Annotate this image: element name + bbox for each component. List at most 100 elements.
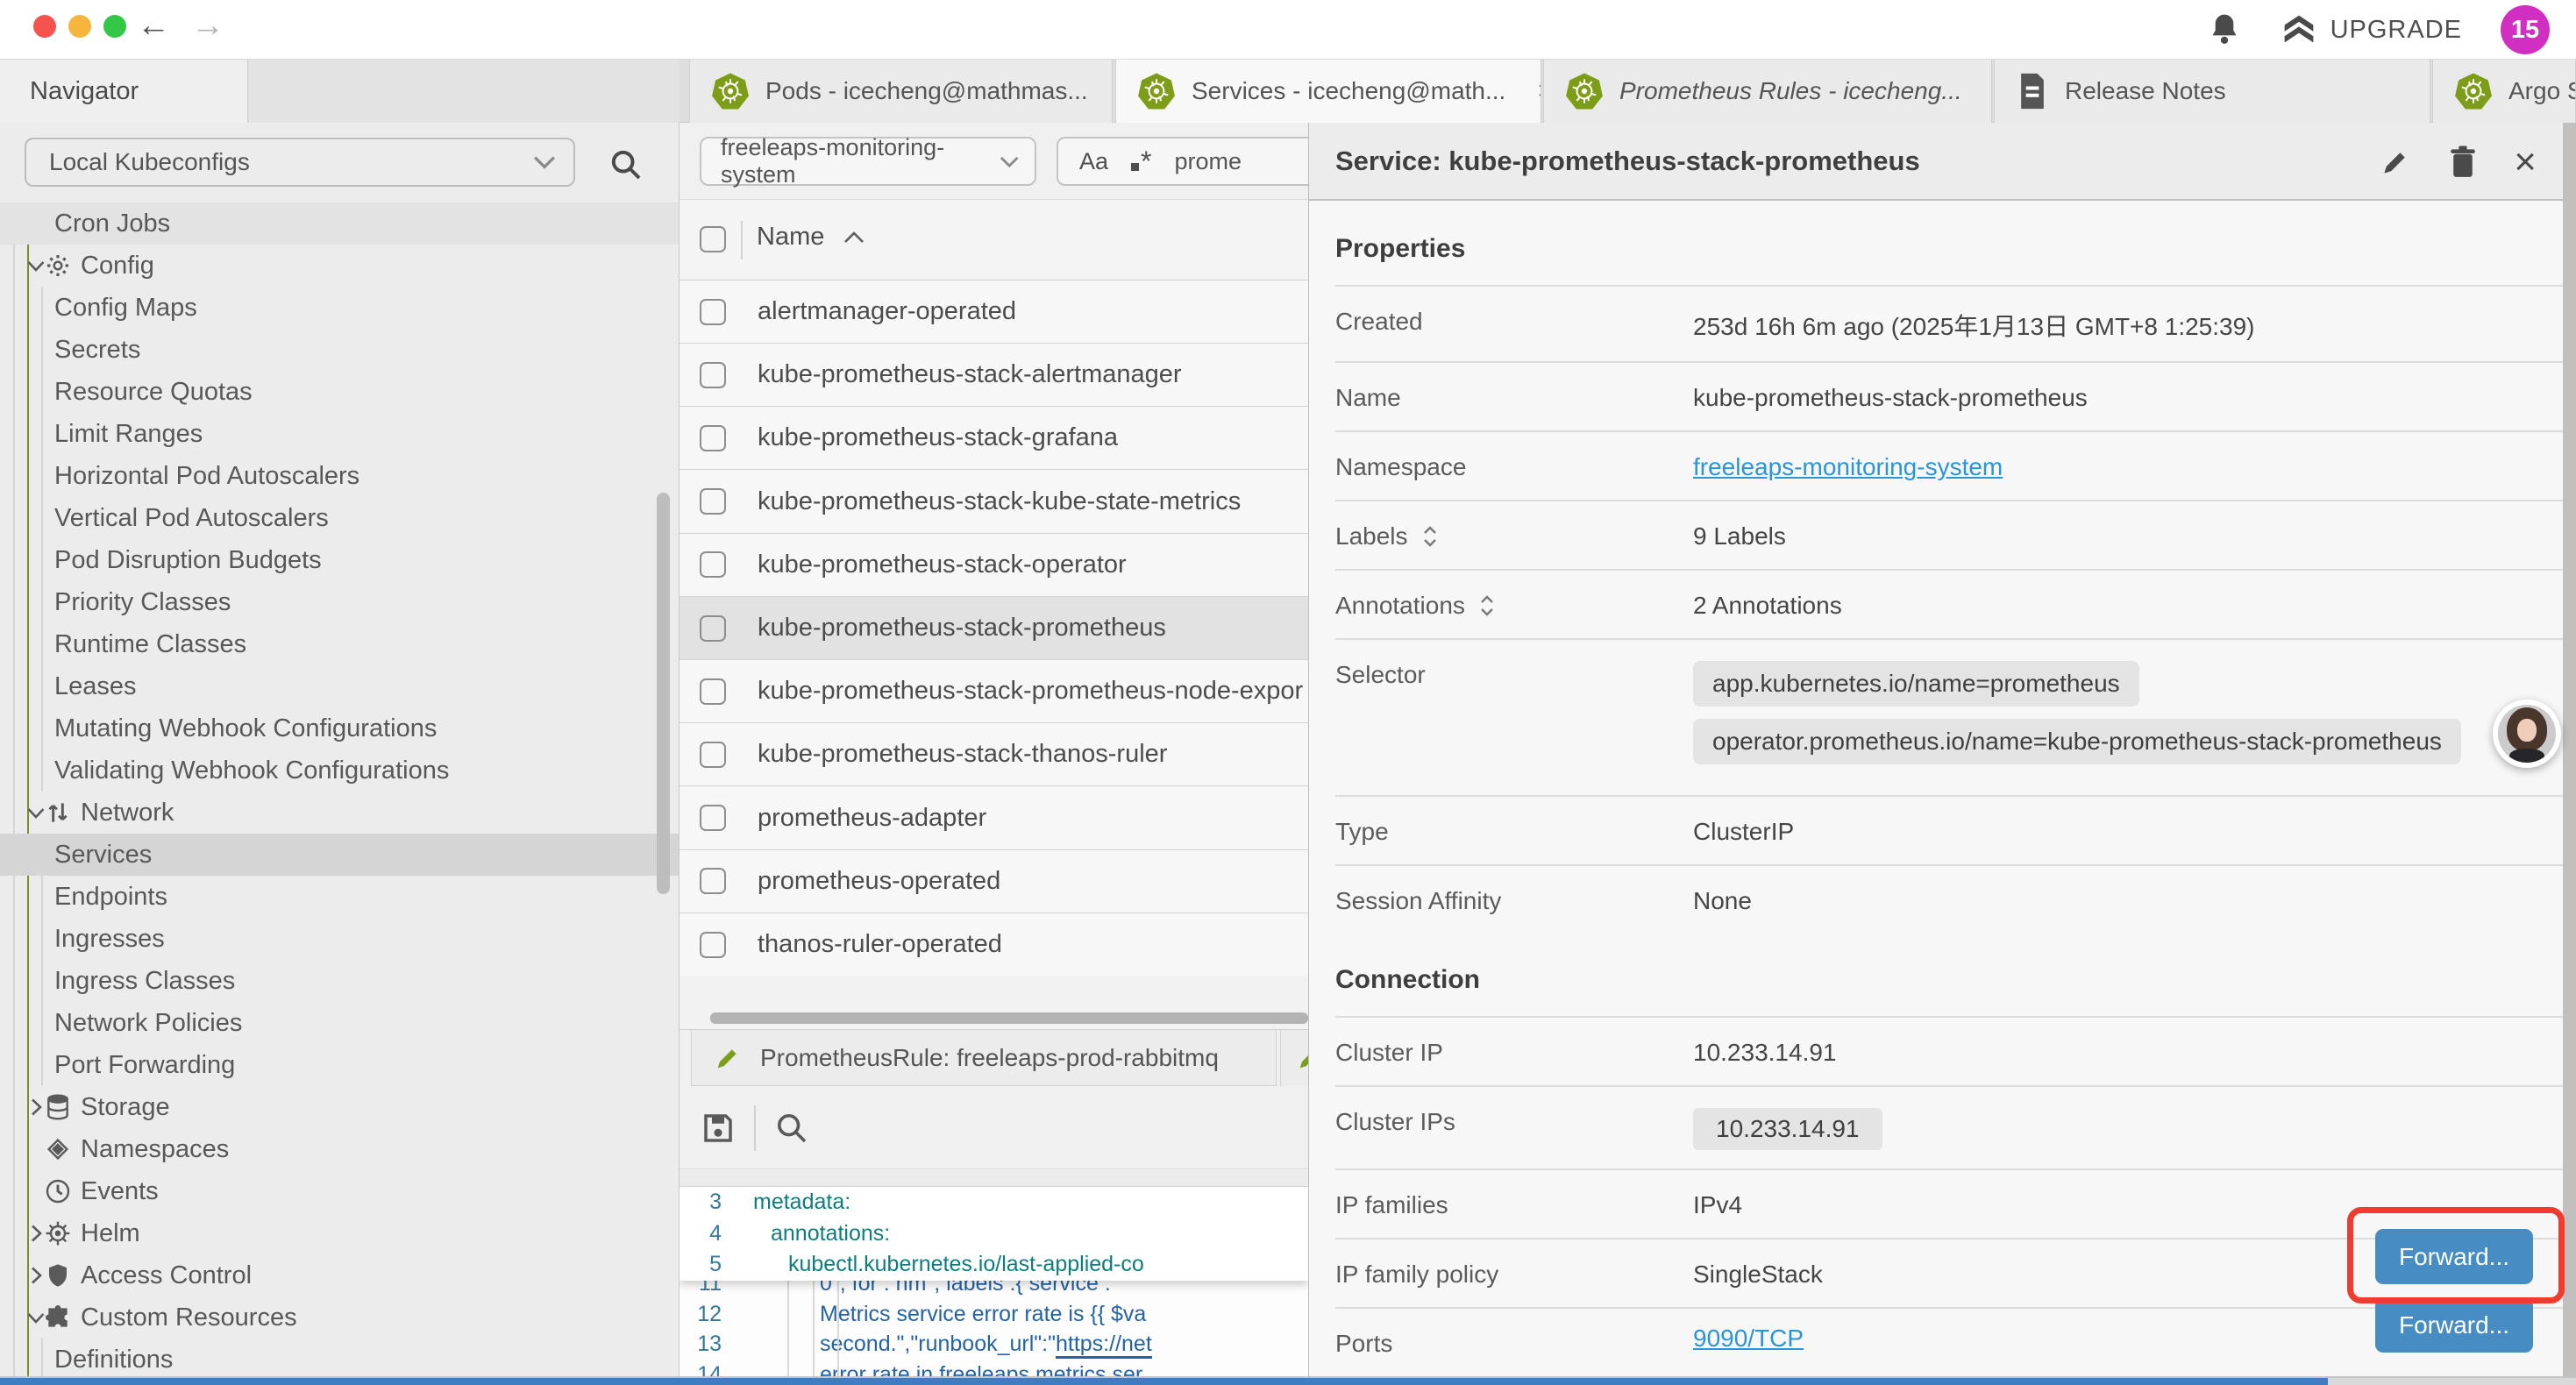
sidebar-item-endpoints[interactable]: Endpoints xyxy=(0,876,680,918)
table-row[interactable]: prometheus-operated xyxy=(680,850,1308,913)
back-arrow-icon[interactable]: ← xyxy=(132,7,175,45)
yaml-editor[interactable]: 3metadata:4annotations:5kubectl.kubernet… xyxy=(680,1187,1308,1385)
row-checkbox[interactable] xyxy=(700,615,726,642)
forward-button[interactable]: Forward... xyxy=(2375,1297,2533,1353)
sidebar-item-port-forwarding[interactable]: Port Forwarding xyxy=(0,1044,680,1086)
row-checkbox[interactable] xyxy=(700,805,726,831)
close-icon[interactable]: × xyxy=(2514,146,2537,179)
table-row[interactable]: thanos-ruler-operated xyxy=(680,913,1308,977)
sidebar-item-definitions[interactable]: Definitions xyxy=(0,1339,680,1381)
forward-button[interactable]: Forward... xyxy=(2375,1229,2533,1284)
delete-trash-icon[interactable] xyxy=(2447,145,2479,180)
row-checkbox[interactable] xyxy=(700,932,726,958)
table-row[interactable]: prometheus-adapter xyxy=(680,787,1308,850)
upgrade-button[interactable]: UPGRADE xyxy=(2280,12,2462,47)
dock-tab-next[interactable] xyxy=(1280,1030,1308,1086)
table-horizontal-scrollbar[interactable] xyxy=(680,976,1308,1028)
table-row[interactable]: kube-prometheus-stack-alertmanager xyxy=(680,344,1308,407)
table-row[interactable]: kube-prometheus-stack-grafana xyxy=(680,407,1308,470)
table-row[interactable]: kube-prometheus-stack-thanos-ruler xyxy=(680,723,1308,786)
row-checkbox[interactable] xyxy=(700,299,726,325)
service-name-cell: kube-prometheus-stack-alertmanager xyxy=(758,360,1182,389)
sidebar-item-limit-ranges[interactable]: Limit Ranges xyxy=(0,413,680,455)
detail-value: None xyxy=(1693,884,2565,915)
sidebar-item-network[interactable]: Network xyxy=(0,792,680,834)
regex-toggle[interactable]: * xyxy=(1131,146,1151,178)
table-row[interactable]: alertmanager-operated xyxy=(680,281,1308,344)
row-checkbox[interactable] xyxy=(700,488,726,515)
sidebar-item-validating-webhook-configurations[interactable]: Validating Webhook Configurations xyxy=(0,749,680,792)
save-button[interactable] xyxy=(695,1105,741,1151)
sidebar-item-helm[interactable]: Helm xyxy=(0,1212,680,1254)
bell-icon[interactable] xyxy=(2208,11,2241,48)
sidebar-item-priority-classes[interactable]: Priority Classes xyxy=(0,581,680,623)
table-row[interactable]: kube-prometheus-stack-prometheus xyxy=(680,597,1308,660)
tab-close-icon[interactable]: × xyxy=(1537,76,1541,106)
sidebar-item-pod-disruption-budgets[interactable]: Pod Disruption Budgets xyxy=(0,539,680,581)
detail-label: Cluster IPs xyxy=(1335,1105,1693,1136)
editor-search-button[interactable] xyxy=(769,1105,815,1151)
sidebar-item-events[interactable]: Events xyxy=(0,1170,680,1212)
expand-toggle-icon[interactable] xyxy=(1420,523,1440,550)
sidebar-item-horizontal-pod-autoscalers[interactable]: Horizontal Pod Autoscalers xyxy=(0,455,680,497)
table-row[interactable]: kube-prometheus-stack-kube-state-metrics xyxy=(680,471,1308,534)
sidebar-item-config-maps[interactable]: Config Maps xyxy=(0,287,680,329)
match-case-toggle[interactable]: Aa xyxy=(1079,148,1108,175)
sidebar-item-namespaces[interactable]: Namespaces xyxy=(0,1128,680,1170)
sidebar-scrollbar-thumb[interactable] xyxy=(657,493,670,894)
edit-pencil-icon[interactable] xyxy=(2379,146,2412,179)
sidebar-item-runtime-classes[interactable]: Runtime Classes xyxy=(0,623,680,665)
user-avatar[interactable] xyxy=(2493,700,2561,768)
list-search-input[interactable]: Aa * prome xyxy=(1057,137,1308,186)
sidebar-item-mutating-webhook-configurations[interactable]: Mutating Webhook Configurations xyxy=(0,707,680,749)
drawer-scrollbar-track[interactable] xyxy=(2563,123,2576,1385)
kubeconfig-select[interactable]: Local Kubeconfigs xyxy=(25,138,575,187)
sidebar-item-network-policies[interactable]: Network Policies xyxy=(0,1002,680,1044)
sidebar-item-label: Vertical Pod Autoscalers xyxy=(54,504,329,533)
sidebar-item-services[interactable]: Services xyxy=(0,834,680,876)
window-minimize-button[interactable] xyxy=(68,15,91,38)
row-checkbox[interactable] xyxy=(700,742,726,768)
sidebar-item-access-control[interactable]: Access Control xyxy=(0,1254,680,1296)
sidebar-item-cron-jobs[interactable]: Cron Jobs xyxy=(0,202,680,245)
table-row[interactable]: kube-prometheus-stack-operator xyxy=(680,534,1308,597)
row-checkbox[interactable] xyxy=(700,362,726,388)
namespace-link[interactable]: freeleaps-monitoring-system xyxy=(1693,453,2003,480)
sidebar-item-leases[interactable]: Leases xyxy=(0,665,680,707)
detail-label: IP family policy xyxy=(1335,1258,1693,1289)
navigator-panel-tab[interactable]: Navigator xyxy=(0,60,248,123)
namespace-select[interactable]: freeleaps-monitoring-system xyxy=(700,137,1036,186)
service-name-cell: kube-prometheus-stack-operator xyxy=(758,550,1127,579)
dock-tab-prometheusrule[interactable]: PrometheusRule: freeleaps-prod-rabbitmq xyxy=(691,1030,1277,1086)
sidebar-item-vertical-pod-autoscalers[interactable]: Vertical Pod Autoscalers xyxy=(0,497,680,539)
detail-label: Session Affinity xyxy=(1335,884,1693,915)
window-zoom-button[interactable] xyxy=(103,15,126,38)
row-checkbox[interactable] xyxy=(700,868,726,894)
sidebar-item-ingresses[interactable]: Ingresses xyxy=(0,918,680,960)
sidebar-item-custom-resources[interactable]: Custom Resources xyxy=(0,1296,680,1339)
sidebar-item-storage[interactable]: Storage xyxy=(0,1086,680,1128)
select-all-checkbox[interactable] xyxy=(700,226,726,252)
sidebar-item-secrets[interactable]: Secrets xyxy=(0,329,680,371)
port-link[interactable]: 9090/TCP xyxy=(1693,1325,1804,1352)
expand-toggle-icon[interactable] xyxy=(1477,593,1497,619)
table-row[interactable]: kube-prometheus-stack-prometheus-node-ex… xyxy=(680,660,1308,723)
tab-argo-se[interactable]: Argo Se xyxy=(2432,60,2576,123)
sidebar-item-ingress-classes[interactable]: Ingress Classes xyxy=(0,960,680,1002)
row-checkbox[interactable] xyxy=(700,425,726,451)
detail-row-selector: Selectorapp.kubernetes.io/name=prometheu… xyxy=(1335,638,2565,795)
window-close-button[interactable] xyxy=(33,15,56,38)
sidebar-item-resource-quotas[interactable]: Resource Quotas xyxy=(0,371,680,413)
tab-services-icecheng-math[interactable]: Services - icecheng@math...× xyxy=(1115,60,1541,123)
tab-pods-icecheng-mathmas[interactable]: Pods - icecheng@mathmas... xyxy=(689,60,1113,123)
drawer-title: Service: kube-prometheus-stack-prometheu… xyxy=(1335,146,1920,177)
sidebar-item-config[interactable]: Config xyxy=(0,245,680,287)
row-checkbox[interactable] xyxy=(700,678,726,705)
tab-release-notes[interactable]: Release Notes xyxy=(1994,60,2430,123)
forward-arrow-icon[interactable]: → xyxy=(186,7,230,45)
notification-count-badge[interactable]: 15 xyxy=(2501,5,2550,54)
sidebar-search-button[interactable] xyxy=(603,142,649,188)
column-header-name[interactable]: Name xyxy=(757,223,865,252)
tab-prometheus-rules-icecheng[interactable]: Prometheus Rules - icecheng... xyxy=(1543,60,1992,123)
row-checkbox[interactable] xyxy=(700,551,726,578)
